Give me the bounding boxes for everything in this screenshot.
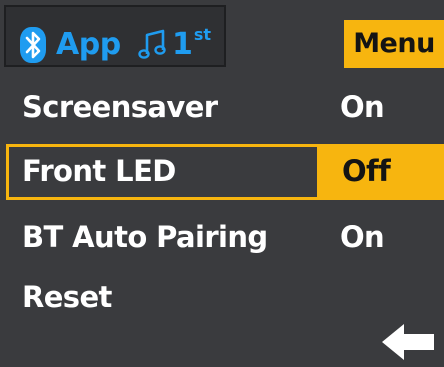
setting-label: Reset — [22, 280, 112, 314]
music-note-icon — [138, 29, 166, 59]
setting-value: On — [340, 90, 385, 124]
setting-row-front-led[interactable]: Front LED Off — [0, 140, 444, 202]
setting-label: Front LED — [22, 154, 176, 188]
top-bar: App 1st Menu — [0, 0, 444, 76]
setting-row-screensaver[interactable]: Screensaver On — [0, 76, 444, 138]
device-screen: App 1st Menu Screensaver On Front LED Of… — [0, 0, 444, 367]
track-prefix: 1 — [172, 27, 193, 62]
setting-row-bt-auto-pairing[interactable]: BT Auto Pairing On — [0, 206, 444, 268]
setting-value: On — [340, 220, 385, 254]
setting-label: BT Auto Pairing — [22, 220, 268, 254]
setting-value: Off — [342, 154, 391, 188]
setting-label: Screensaver — [22, 90, 218, 124]
status-track-number: 1st — [172, 25, 211, 65]
setting-row-reset[interactable]: Reset — [0, 266, 444, 328]
back-arrow-icon[interactable] — [380, 322, 436, 362]
status-bar: App 1st — [4, 5, 226, 67]
status-source-label: App — [56, 27, 121, 62]
menu-tab[interactable]: Menu — [344, 20, 444, 68]
track-suffix: st — [193, 25, 212, 44]
bluetooth-icon — [20, 27, 46, 63]
